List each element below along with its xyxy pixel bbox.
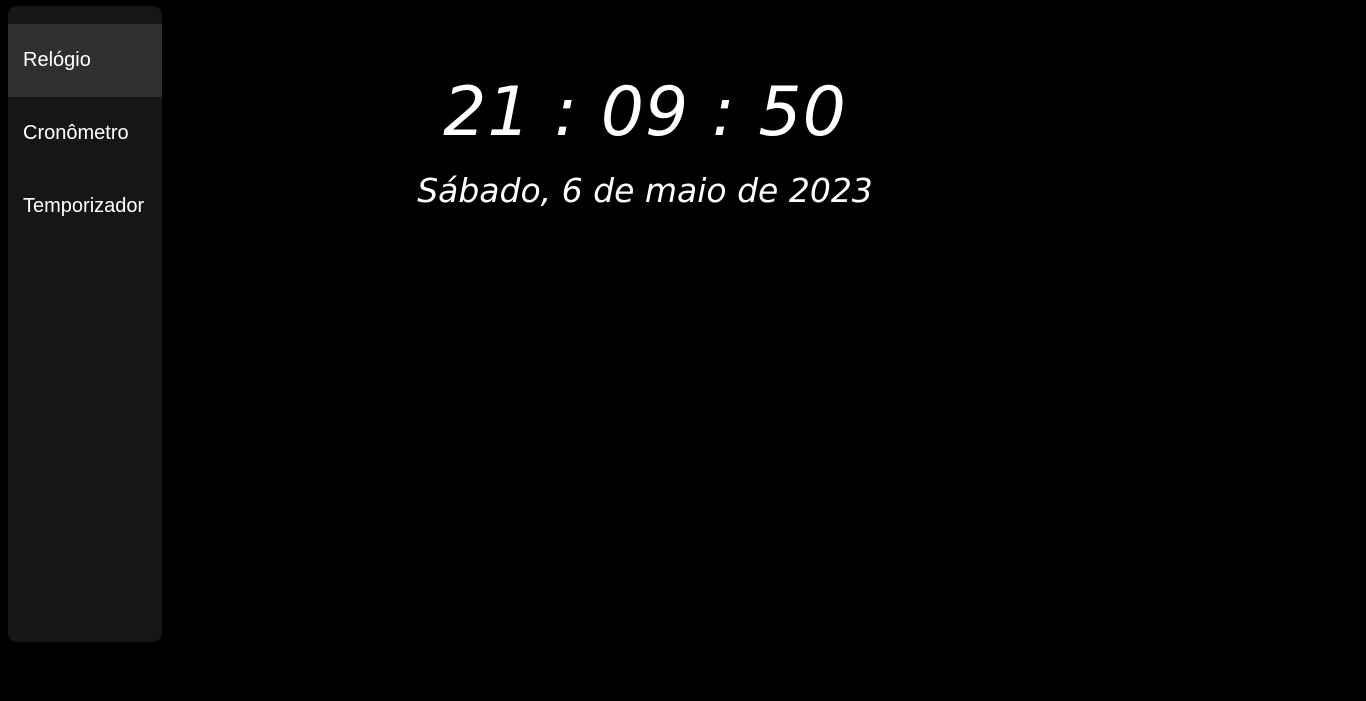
sidebar-item-cronometro[interactable]: Cronômetro: [8, 97, 162, 170]
sidebar-item-label: Relógio: [23, 49, 91, 71]
clock-time: 21 : 09 : 50: [443, 73, 847, 152]
sidebar-item-label: Temporizador: [23, 195, 145, 217]
clock-panel: 21 : 09 : 50 Sábado, 6 de maio de 2023: [162, 0, 1128, 701]
sidebar-item-relogio[interactable]: Relógio: [8, 24, 162, 97]
sidebar-item-temporizador[interactable]: Temporizador: [8, 170, 162, 243]
sidebar-item-label: Cronômetro: [23, 122, 129, 144]
clock-date: Sábado, 6 de maio de 2023: [417, 171, 873, 210]
sidebar-nav: Relógio Cronômetro Temporizador: [8, 6, 162, 642]
